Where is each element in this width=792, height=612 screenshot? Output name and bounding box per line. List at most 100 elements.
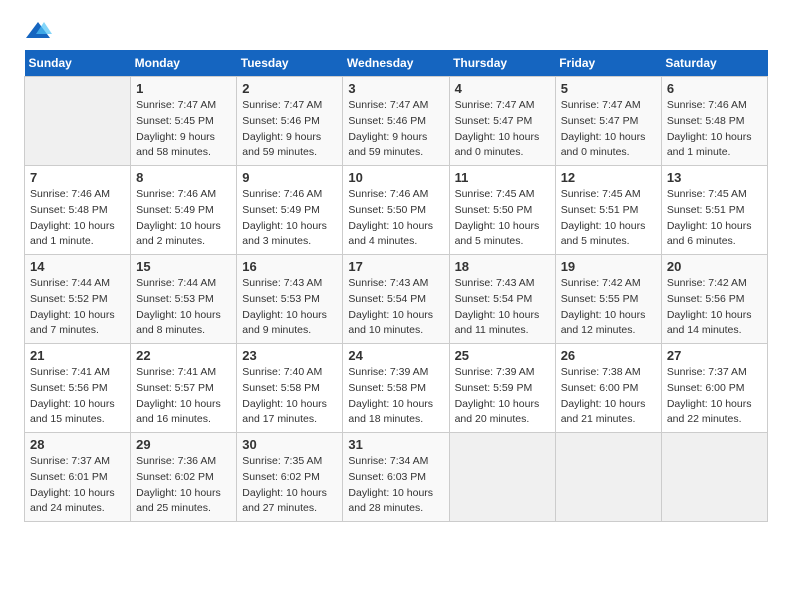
calendar-cell: 2 Sunrise: 7:47 AMSunset: 5:46 PMDaylight… bbox=[237, 77, 343, 166]
day-number: 21 bbox=[30, 348, 125, 363]
calendar-cell: 30 Sunrise: 7:35 AMSunset: 6:02 PMDayligh… bbox=[237, 433, 343, 522]
calendar-cell: 29 Sunrise: 7:36 AMSunset: 6:02 PMDayligh… bbox=[131, 433, 237, 522]
day-number: 3 bbox=[348, 81, 443, 96]
column-header-sunday: Sunday bbox=[25, 50, 131, 77]
column-header-thursday: Thursday bbox=[449, 50, 555, 77]
day-number: 24 bbox=[348, 348, 443, 363]
day-number: 1 bbox=[136, 81, 231, 96]
calendar-cell: 24 Sunrise: 7:39 AMSunset: 5:58 PMDayligh… bbox=[343, 344, 449, 433]
day-info: Sunrise: 7:47 AMSunset: 5:45 PMDaylight:… bbox=[136, 98, 231, 161]
calendar-cell bbox=[25, 77, 131, 166]
calendar-cell: 14 Sunrise: 7:44 AMSunset: 5:52 PMDayligh… bbox=[25, 255, 131, 344]
day-number: 19 bbox=[561, 259, 656, 274]
day-number: 20 bbox=[667, 259, 762, 274]
day-number: 13 bbox=[667, 170, 762, 185]
day-info: Sunrise: 7:45 AMSunset: 5:50 PMDaylight:… bbox=[455, 187, 550, 250]
day-info: Sunrise: 7:36 AMSunset: 6:02 PMDaylight:… bbox=[136, 454, 231, 517]
day-number: 17 bbox=[348, 259, 443, 274]
day-number: 6 bbox=[667, 81, 762, 96]
calendar-cell: 3 Sunrise: 7:47 AMSunset: 5:46 PMDaylight… bbox=[343, 77, 449, 166]
calendar-cell: 5 Sunrise: 7:47 AMSunset: 5:47 PMDaylight… bbox=[555, 77, 661, 166]
day-number: 12 bbox=[561, 170, 656, 185]
day-info: Sunrise: 7:44 AMSunset: 5:53 PMDaylight:… bbox=[136, 276, 231, 339]
day-number: 30 bbox=[242, 437, 337, 452]
calendar-cell: 10Sunrise: 7:46 AMSunset: 5:50 PMDayligh… bbox=[343, 166, 449, 255]
calendar-cell: 22Sunrise: 7:41 AMSunset: 5:57 PMDayligh… bbox=[131, 344, 237, 433]
day-info: Sunrise: 7:37 AMSunset: 6:01 PMDaylight:… bbox=[30, 454, 125, 517]
day-number: 14 bbox=[30, 259, 125, 274]
day-number: 8 bbox=[136, 170, 231, 185]
day-info: Sunrise: 7:46 AMSunset: 5:48 PMDaylight:… bbox=[667, 98, 762, 161]
day-info: Sunrise: 7:46 AMSunset: 5:50 PMDaylight:… bbox=[348, 187, 443, 250]
day-number: 7 bbox=[30, 170, 125, 185]
calendar-cell: 31 Sunrise: 7:34 AMSunset: 6:03 PMDayligh… bbox=[343, 433, 449, 522]
calendar-cell: 25 Sunrise: 7:39 AMSunset: 5:59 PMDayligh… bbox=[449, 344, 555, 433]
day-info: Sunrise: 7:37 AMSunset: 6:00 PMDaylight:… bbox=[667, 365, 762, 428]
day-info: Sunrise: 7:47 AMSunset: 5:46 PMDaylight:… bbox=[348, 98, 443, 161]
day-number: 26 bbox=[561, 348, 656, 363]
day-info: Sunrise: 7:41 AMSunset: 5:57 PMDaylight:… bbox=[136, 365, 231, 428]
calendar-cell bbox=[449, 433, 555, 522]
calendar-week-row: 28Sunrise: 7:37 AMSunset: 6:01 PMDayligh… bbox=[25, 433, 768, 522]
day-info: Sunrise: 7:45 AMSunset: 5:51 PMDaylight:… bbox=[667, 187, 762, 250]
calendar-cell: 23Sunrise: 7:40 AMSunset: 5:58 PMDayligh… bbox=[237, 344, 343, 433]
logo bbox=[24, 20, 56, 42]
day-number: 23 bbox=[242, 348, 337, 363]
day-info: Sunrise: 7:39 AMSunset: 5:59 PMDaylight:… bbox=[455, 365, 550, 428]
day-info: Sunrise: 7:34 AMSunset: 6:03 PMDaylight:… bbox=[348, 454, 443, 517]
calendar-cell: 12 Sunrise: 7:45 AMSunset: 5:51 PMDayligh… bbox=[555, 166, 661, 255]
day-number: 9 bbox=[242, 170, 337, 185]
calendar-cell bbox=[661, 433, 767, 522]
day-info: Sunrise: 7:41 AMSunset: 5:56 PMDaylight:… bbox=[30, 365, 125, 428]
day-info: Sunrise: 7:35 AMSunset: 6:02 PMDaylight:… bbox=[242, 454, 337, 517]
calendar-cell: 7 Sunrise: 7:46 AMSunset: 5:48 PMDaylight… bbox=[25, 166, 131, 255]
calendar-cell: 17 Sunrise: 7:43 AMSunset: 5:54 PMDayligh… bbox=[343, 255, 449, 344]
day-info: Sunrise: 7:47 AMSunset: 5:47 PMDaylight:… bbox=[561, 98, 656, 161]
calendar-cell: 15 Sunrise: 7:44 AMSunset: 5:53 PMDayligh… bbox=[131, 255, 237, 344]
column-header-monday: Monday bbox=[131, 50, 237, 77]
calendar-cell: 8 Sunrise: 7:46 AMSunset: 5:49 PMDaylight… bbox=[131, 166, 237, 255]
calendar-header-row: SundayMondayTuesdayWednesdayThursdayFrid… bbox=[25, 50, 768, 77]
day-info: Sunrise: 7:38 AMSunset: 6:00 PMDaylight:… bbox=[561, 365, 656, 428]
day-info: Sunrise: 7:45 AMSunset: 5:51 PMDaylight:… bbox=[561, 187, 656, 250]
calendar-week-row: 7 Sunrise: 7:46 AMSunset: 5:48 PMDaylight… bbox=[25, 166, 768, 255]
day-info: Sunrise: 7:46 AMSunset: 5:49 PMDaylight:… bbox=[136, 187, 231, 250]
day-number: 25 bbox=[455, 348, 550, 363]
calendar-cell: 20 Sunrise: 7:42 AMSunset: 5:56 PMDayligh… bbox=[661, 255, 767, 344]
calendar-cell: 28Sunrise: 7:37 AMSunset: 6:01 PMDayligh… bbox=[25, 433, 131, 522]
column-header-tuesday: Tuesday bbox=[237, 50, 343, 77]
day-info: Sunrise: 7:43 AMSunset: 5:54 PMDaylight:… bbox=[455, 276, 550, 339]
day-number: 5 bbox=[561, 81, 656, 96]
calendar-table: SundayMondayTuesdayWednesdayThursdayFrid… bbox=[24, 50, 768, 522]
calendar-week-row: 21 Sunrise: 7:41 AMSunset: 5:56 PMDayligh… bbox=[25, 344, 768, 433]
day-info: Sunrise: 7:42 AMSunset: 5:56 PMDaylight:… bbox=[667, 276, 762, 339]
day-info: Sunrise: 7:42 AMSunset: 5:55 PMDaylight:… bbox=[561, 276, 656, 339]
day-number: 4 bbox=[455, 81, 550, 96]
calendar-cell: 19 Sunrise: 7:42 AMSunset: 5:55 PMDayligh… bbox=[555, 255, 661, 344]
logo-icon bbox=[24, 20, 52, 42]
column-header-saturday: Saturday bbox=[661, 50, 767, 77]
calendar-cell: 4 Sunrise: 7:47 AMSunset: 5:47 PMDaylight… bbox=[449, 77, 555, 166]
day-number: 27 bbox=[667, 348, 762, 363]
day-info: Sunrise: 7:43 AMSunset: 5:53 PMDaylight:… bbox=[242, 276, 337, 339]
day-number: 29 bbox=[136, 437, 231, 452]
calendar-cell: 9 Sunrise: 7:46 AMSunset: 5:49 PMDaylight… bbox=[237, 166, 343, 255]
calendar-cell: 18 Sunrise: 7:43 AMSunset: 5:54 PMDayligh… bbox=[449, 255, 555, 344]
day-number: 31 bbox=[348, 437, 443, 452]
day-number: 2 bbox=[242, 81, 337, 96]
calendar-cell: 27 Sunrise: 7:37 AMSunset: 6:00 PMDayligh… bbox=[661, 344, 767, 433]
day-info: Sunrise: 7:47 AMSunset: 5:47 PMDaylight:… bbox=[455, 98, 550, 161]
day-info: Sunrise: 7:43 AMSunset: 5:54 PMDaylight:… bbox=[348, 276, 443, 339]
day-info: Sunrise: 7:39 AMSunset: 5:58 PMDaylight:… bbox=[348, 365, 443, 428]
calendar-week-row: 14 Sunrise: 7:44 AMSunset: 5:52 PMDayligh… bbox=[25, 255, 768, 344]
day-info: Sunrise: 7:46 AMSunset: 5:49 PMDaylight:… bbox=[242, 187, 337, 250]
day-number: 15 bbox=[136, 259, 231, 274]
day-info: Sunrise: 7:47 AMSunset: 5:46 PMDaylight:… bbox=[242, 98, 337, 161]
day-info: Sunrise: 7:46 AMSunset: 5:48 PMDaylight:… bbox=[30, 187, 125, 250]
day-number: 18 bbox=[455, 259, 550, 274]
day-number: 11 bbox=[455, 170, 550, 185]
calendar-cell: 26 Sunrise: 7:38 AMSunset: 6:00 PMDayligh… bbox=[555, 344, 661, 433]
day-info: Sunrise: 7:44 AMSunset: 5:52 PMDaylight:… bbox=[30, 276, 125, 339]
calendar-week-row: 1 Sunrise: 7:47 AMSunset: 5:45 PMDaylight… bbox=[25, 77, 768, 166]
day-number: 16 bbox=[242, 259, 337, 274]
